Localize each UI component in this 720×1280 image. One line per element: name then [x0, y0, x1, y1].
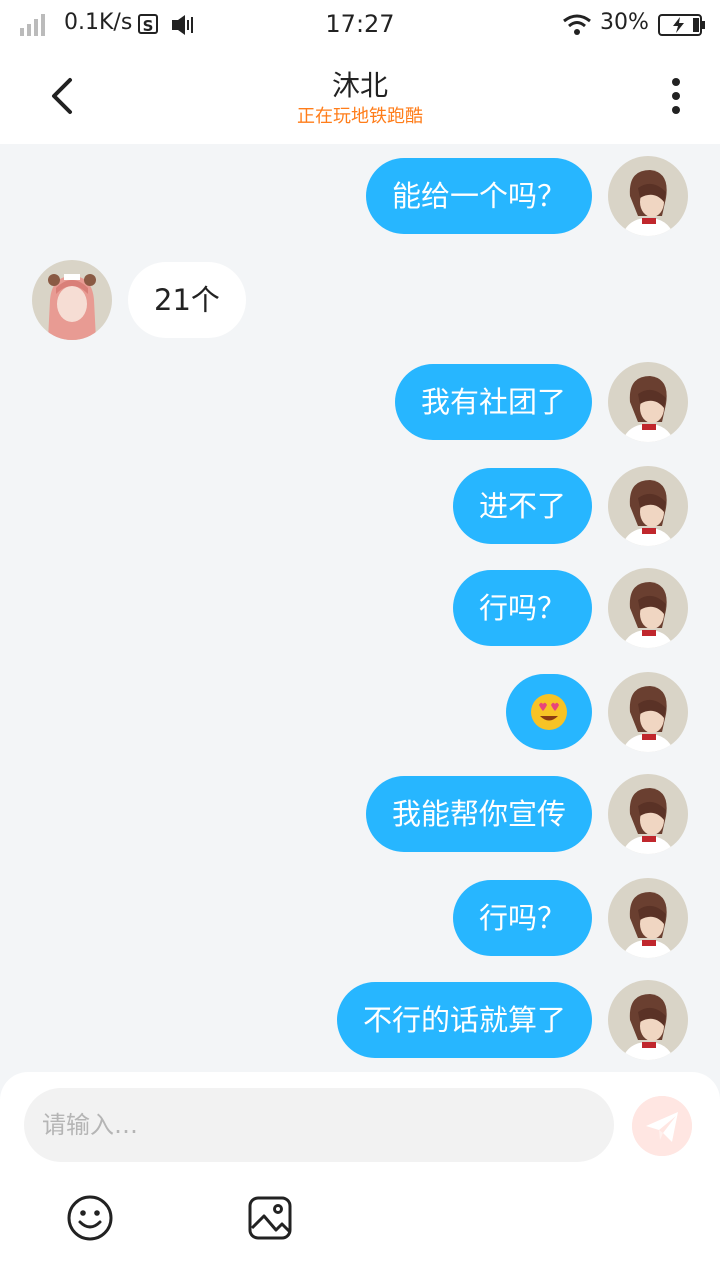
message-bubble[interactable]: 进不了	[452, 468, 592, 544]
wifi-icon	[563, 14, 591, 35]
message-row: 行吗？	[0, 878, 720, 958]
message-row: 行吗？	[0, 568, 720, 648]
my-avatar[interactable]	[608, 878, 688, 958]
message-bubble[interactable]: 行吗？	[452, 880, 592, 956]
my-avatar[interactable]	[608, 980, 688, 1060]
message-bubble[interactable]: 21个	[128, 262, 246, 338]
message-list[interactable]: 能给一个吗？ 21个 我有社团了 进不了 行吗？ 我能帮你宣传 行吗？ 不行的话…	[0, 144, 720, 1072]
message-bubble[interactable]: 不行的话就算了	[336, 982, 592, 1058]
message-row: 进不了	[0, 466, 720, 546]
more-options-button[interactable]	[658, 74, 694, 118]
message-bubble[interactable]: 我能帮你宣传	[365, 776, 592, 852]
send-button[interactable]	[632, 1096, 692, 1156]
message-bubble[interactable]: 我有社团了	[394, 364, 592, 440]
message-bubble[interactable]: 能给一个吗？	[365, 158, 592, 234]
message-bubble[interactable]: 行吗？	[452, 570, 592, 646]
message-row: 我能帮你宣传	[0, 774, 720, 854]
image-button[interactable]	[246, 1194, 294, 1242]
my-avatar[interactable]	[608, 362, 688, 442]
chat-title: 沐北	[331, 69, 388, 102]
my-avatar[interactable]	[608, 672, 688, 752]
message-row: 21个	[0, 260, 720, 340]
contact-avatar[interactable]	[32, 260, 112, 340]
my-avatar[interactable]	[608, 466, 688, 546]
composer	[0, 1072, 720, 1280]
message-row: 我有社团了	[0, 362, 720, 442]
my-avatar[interactable]	[608, 774, 688, 854]
emoji-button[interactable]	[66, 1194, 114, 1242]
emoji-message-bubble[interactable]	[506, 674, 592, 750]
my-avatar[interactable]	[608, 568, 688, 648]
battery-percent: 30%	[600, 10, 649, 35]
my-avatar[interactable]	[608, 156, 688, 236]
message-row	[0, 672, 720, 752]
chat-subtitle: 正在玩地铁跑酷	[297, 106, 423, 127]
heart-eyes-emoji-icon	[531, 694, 567, 730]
battery-icon	[658, 14, 705, 36]
status-bar: 0.1K/s S 17:27 30%	[0, 0, 720, 50]
top-bar: 0.1K/s S 17:27 30% 沐北 正在玩地铁跑酷	[0, 0, 720, 144]
message-row: 能给一个吗？	[0, 156, 720, 236]
message-row: 不行的话就算了	[0, 980, 720, 1060]
message-input[interactable]	[24, 1088, 614, 1162]
